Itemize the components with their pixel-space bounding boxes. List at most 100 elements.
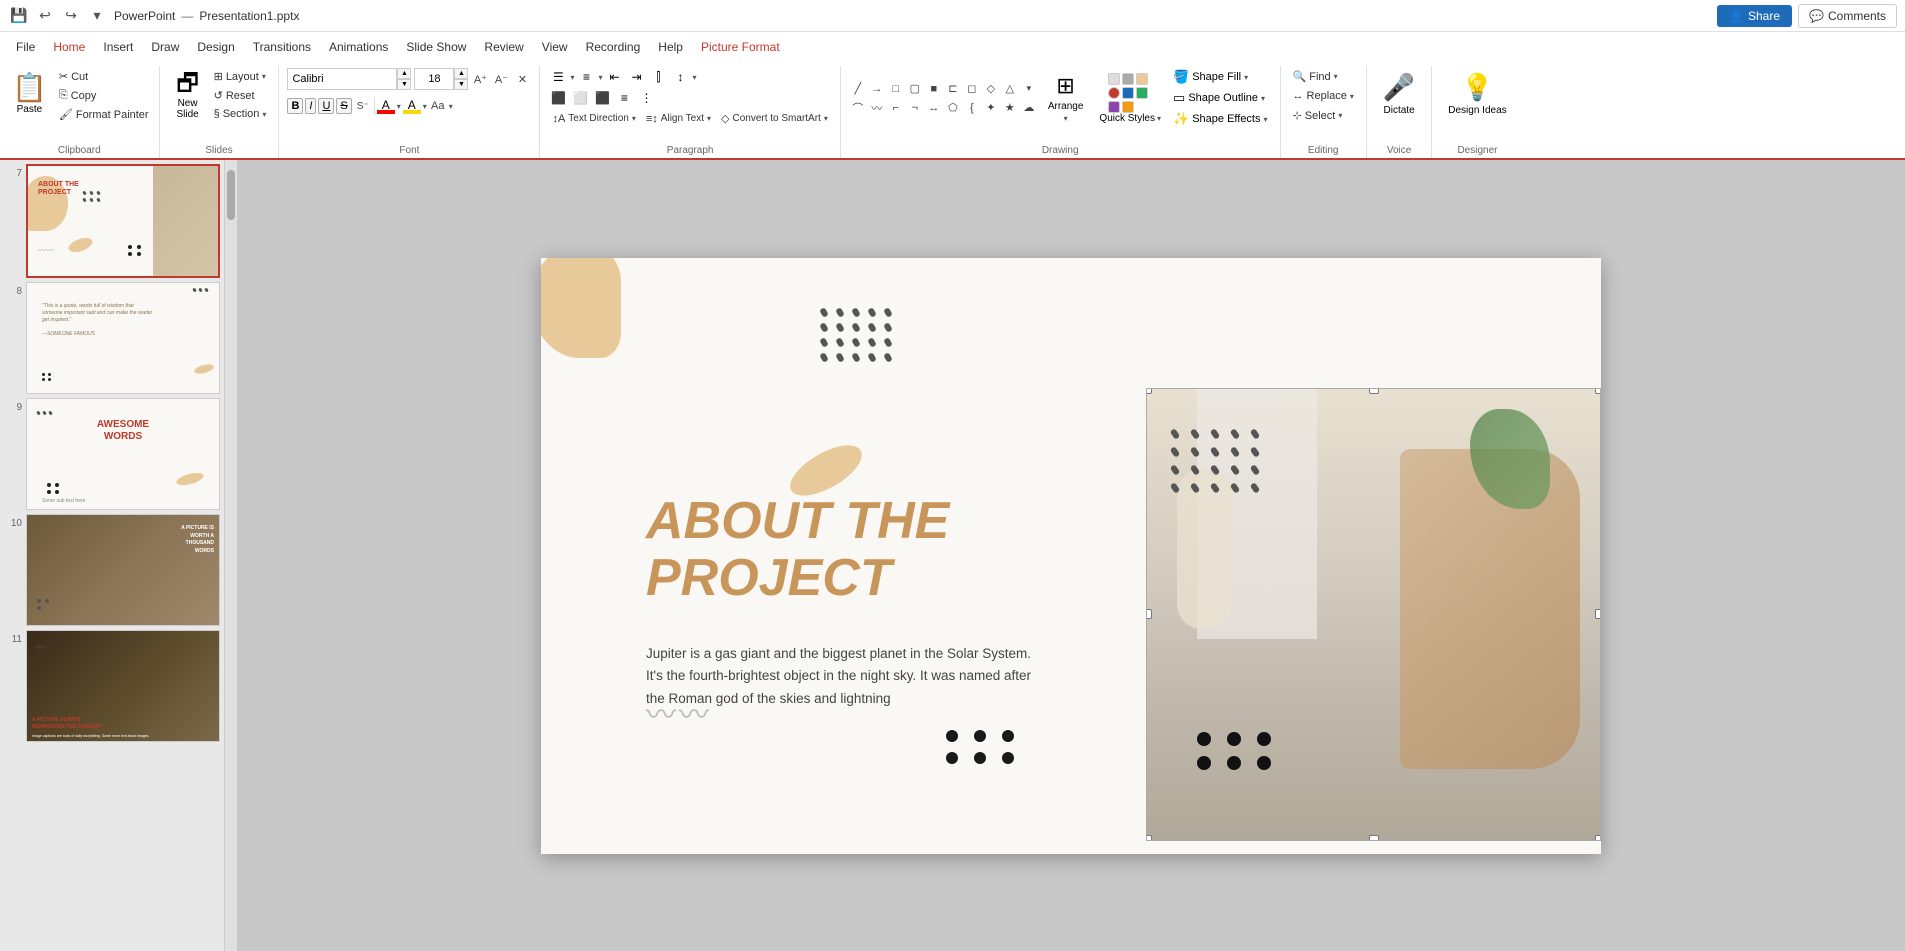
align-center-button[interactable]: ⬜ xyxy=(570,89,590,107)
slide-img-9[interactable]: AWESOMEWORDS Some xyxy=(26,398,220,510)
menu-home[interactable]: Home xyxy=(45,36,93,58)
decrease-font-button[interactable]: A⁻ xyxy=(492,70,510,88)
bullets-button[interactable]: ☰ xyxy=(548,68,568,86)
bold-button[interactable]: B xyxy=(287,98,303,114)
slide-panel-scrollbar[interactable] xyxy=(225,160,237,951)
reset-button[interactable]: ↺ Reset xyxy=(210,87,271,104)
shape-triangle[interactable]: △ xyxy=(1001,80,1019,98)
shape-rounded-rect[interactable]: ▢ xyxy=(906,80,924,98)
underline-button[interactable]: U xyxy=(318,98,334,114)
shape-elbow2[interactable]: ¬ xyxy=(906,99,924,117)
shadow-button[interactable]: S⁻ xyxy=(354,97,372,115)
highlight-chevron[interactable]: ▾ xyxy=(423,102,427,111)
find-chevron[interactable]: ▾ xyxy=(1334,72,1338,81)
slide-img-7[interactable]: ABOUT THEPROJECT xyxy=(26,164,220,278)
shape-elbow[interactable]: ⌐ xyxy=(887,99,905,117)
slide-title[interactable]: ABOUT THE PROJECT xyxy=(646,493,949,607)
numbering-button[interactable]: ≡ xyxy=(576,68,596,86)
format-painter-button[interactable]: 🖌 Format Painter xyxy=(55,106,153,123)
share-button[interactable]: 👤 Share xyxy=(1717,5,1792,27)
menu-draw[interactable]: Draw xyxy=(143,36,187,58)
slide-thumb-9[interactable]: 9 AWESOMEWORDS xyxy=(4,398,220,510)
shape-curve2[interactable]: 〰 xyxy=(868,99,886,117)
shape-star[interactable]: ✦ xyxy=(982,99,1000,117)
handle-bl[interactable] xyxy=(1146,835,1152,841)
handle-br[interactable] xyxy=(1595,835,1601,841)
font-color-chevron[interactable]: ▾ xyxy=(397,102,401,111)
shape-bracket[interactable]: { xyxy=(963,99,981,117)
slide-thumb-10[interactable]: 10 A PICTURE ISWORTH ATHOUSANDWORDS xyxy=(4,514,220,626)
section-button[interactable]: § Section ▾ xyxy=(210,106,271,122)
menu-file[interactable]: File xyxy=(8,36,43,58)
replace-chevron[interactable]: ▾ xyxy=(1350,92,1354,101)
decrease-indent-button[interactable]: ⇤ xyxy=(604,68,624,86)
canvas-area[interactable]: ABOUT THE PROJECT Jupiter is a gas giant… xyxy=(237,160,1905,951)
quick-styles-button[interactable]: Quick Styles ▾ xyxy=(1093,71,1167,126)
menu-insert[interactable]: Insert xyxy=(95,36,141,58)
font-name-down[interactable]: ▼ xyxy=(397,79,411,90)
quick-styles-chevron[interactable]: ▾ xyxy=(1157,114,1161,123)
font-size-input[interactable] xyxy=(414,68,454,90)
shape-cloud[interactable]: ☁ xyxy=(1020,99,1038,117)
align-text-chevron[interactable]: ▾ xyxy=(707,114,711,123)
shape-effects-chevron[interactable]: ▾ xyxy=(1264,115,1268,124)
align-right-button[interactable]: ⬛ xyxy=(592,89,612,107)
handle-tc[interactable] xyxy=(1369,388,1379,394)
menu-picture-format[interactable]: Picture Format xyxy=(693,36,788,58)
font-size-up[interactable]: ▲ xyxy=(454,68,468,79)
highlight-color-button[interactable]: A xyxy=(403,98,421,114)
slide-img-8[interactable]: "This is a quote, words full of wisdom t… xyxy=(26,282,220,394)
layout-button[interactable]: ⊞ Layout ▾ xyxy=(210,68,271,85)
font-name-up[interactable]: ▲ xyxy=(397,68,411,79)
handle-bc[interactable] xyxy=(1369,835,1379,841)
shape-line[interactable]: ╱ xyxy=(849,80,867,98)
align-left-button[interactable]: ⬛ xyxy=(548,89,568,107)
shape-cylinder[interactable]: ⊏ xyxy=(944,80,962,98)
redo-button[interactable]: ↪ xyxy=(60,5,82,27)
menu-recording[interactable]: Recording xyxy=(578,36,649,58)
copy-button[interactable]: ⎘ Copy xyxy=(55,87,153,104)
menu-slideshow[interactable]: Slide Show xyxy=(398,36,474,58)
arrange-chevron[interactable]: ▾ xyxy=(1064,114,1068,123)
menu-review[interactable]: Review xyxy=(476,36,531,58)
shape-outline-chevron[interactable]: ▾ xyxy=(1261,94,1265,103)
select-button[interactable]: ⊹ Select ▾ xyxy=(1289,107,1347,124)
increase-font-button[interactable]: A⁺ xyxy=(471,70,489,88)
cut-button[interactable]: ✂ Cut xyxy=(55,68,153,85)
menu-help[interactable]: Help xyxy=(650,36,691,58)
line-spacing-button[interactable]: ↕ xyxy=(670,68,690,86)
justify2-button[interactable]: ⋮ xyxy=(636,89,656,107)
shape-diamond[interactable]: ◇ xyxy=(982,80,1000,98)
slide-thumb-7[interactable]: 7 ABOUT THEPROJECT xyxy=(4,164,220,278)
handle-tr[interactable] xyxy=(1595,388,1601,394)
shape-curve[interactable]: ⌒ xyxy=(849,99,867,117)
columns-button[interactable]: ⫿ xyxy=(648,68,668,86)
handle-tl[interactable] xyxy=(1146,388,1152,394)
menu-transitions[interactable]: Transitions xyxy=(245,36,319,58)
shape-arrow[interactable]: → xyxy=(868,80,886,98)
shape-fill-button[interactable]: 🪣 Shape Fill ▾ xyxy=(1169,68,1272,86)
clear-format-button[interactable]: ✕ xyxy=(513,70,531,88)
save-button[interactable]: 💾 xyxy=(8,5,30,27)
numbering-chevron[interactable]: ▾ xyxy=(598,73,602,82)
slide-image-selected[interactable]: ↻ xyxy=(1146,388,1601,841)
font-size-down[interactable]: ▼ xyxy=(454,79,468,90)
convert-smartart-chevron[interactable]: ▾ xyxy=(824,114,828,123)
text-direction-button[interactable]: ↕A Text Direction ▾ xyxy=(548,111,639,127)
select-chevron[interactable]: ▾ xyxy=(1338,111,1342,120)
line-spacing-chevron[interactable]: ▾ xyxy=(692,73,696,82)
shape-double-arrow[interactable]: ↔ xyxy=(925,99,943,117)
slide-thumb-11[interactable]: 11 〰 A PICTURE ALWAYSREINFORCES THE CONC… xyxy=(4,630,220,742)
case-chevron[interactable]: ▾ xyxy=(449,102,453,111)
align-text-button[interactable]: ≡↕ Align Text ▾ xyxy=(642,111,715,127)
shape-square[interactable]: ■ xyxy=(925,80,943,98)
customize-qa-button[interactable]: ▾ xyxy=(86,5,108,27)
shape-effects-button[interactable]: ✨ Shape Effects ▾ xyxy=(1169,110,1272,128)
design-ideas-button[interactable]: 💡 Design Ideas xyxy=(1440,68,1514,120)
shape-rect[interactable]: □ xyxy=(887,80,905,98)
find-button[interactable]: 🔍 Find ▾ xyxy=(1289,68,1342,85)
paste-button[interactable]: 📋 Paste xyxy=(6,68,53,117)
shape-pentagon[interactable]: ⬠ xyxy=(944,99,962,117)
comments-button[interactable]: 💬 Comments xyxy=(1798,4,1897,28)
new-slide-button[interactable]: 🗗 New Slide xyxy=(168,68,208,122)
